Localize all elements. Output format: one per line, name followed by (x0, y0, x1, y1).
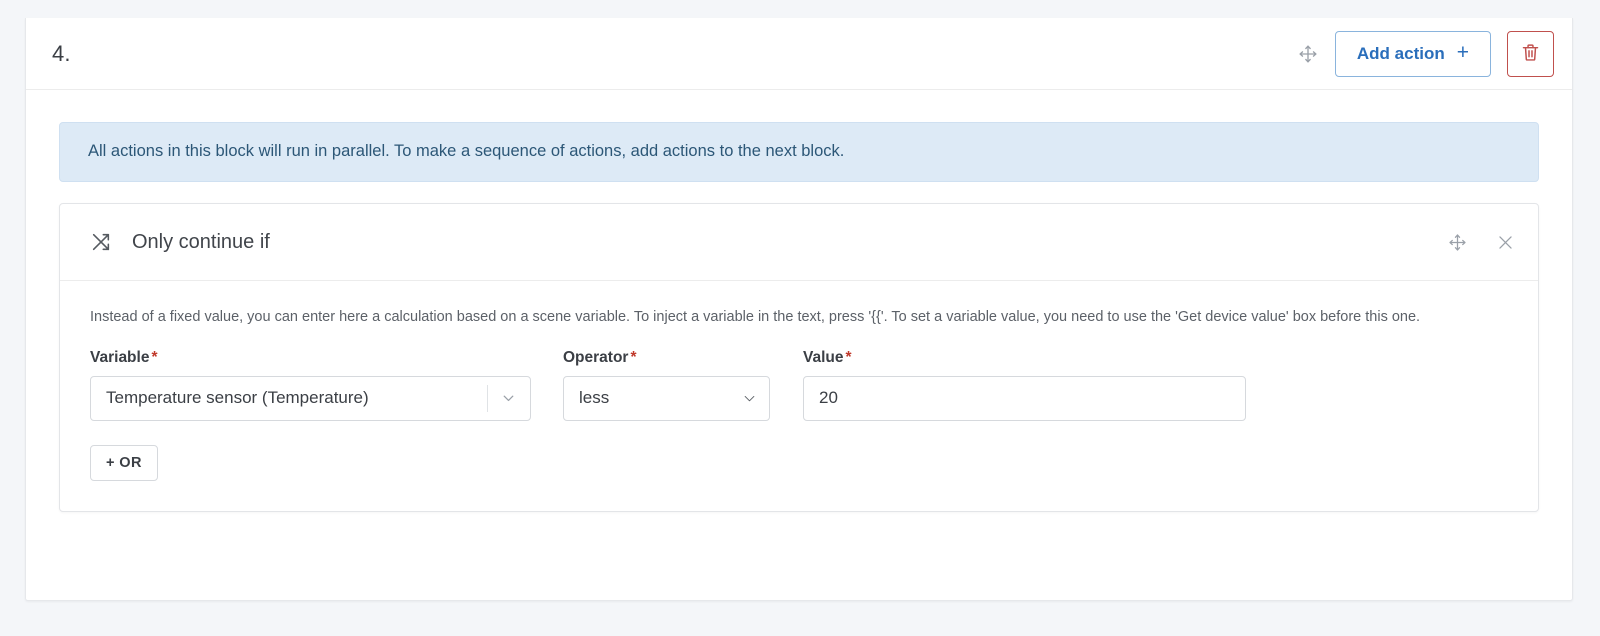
block-body: All actions in this block will run in pa… (26, 90, 1572, 512)
required-marker: * (151, 349, 157, 366)
trash-icon (1520, 42, 1541, 66)
variable-selected-value: Temperature sensor (Temperature) (106, 388, 369, 408)
value-label-text: Value (803, 349, 844, 366)
add-or-condition-button[interactable]: + OR (90, 445, 158, 481)
variable-label-text: Variable (90, 349, 149, 366)
field-operator: Operator* less (563, 349, 770, 421)
action-card-only-continue-if: Only continue if (59, 203, 1539, 512)
chevron-down-icon (742, 391, 757, 406)
action-card-title: Only continue if (132, 231, 270, 254)
variable-select[interactable]: Temperature sensor (Temperature) (90, 376, 531, 421)
helper-text: Instead of a fixed value, you can enter … (90, 307, 1490, 329)
add-action-button[interactable]: Add action + (1335, 31, 1491, 77)
action-card-header-actions (1446, 231, 1516, 253)
add-action-label: Add action (1357, 44, 1445, 64)
shuffle-icon (90, 231, 112, 253)
operator-select[interactable]: less (563, 376, 770, 421)
move-icon[interactable] (1446, 231, 1468, 253)
value-input-text: 20 (819, 388, 838, 408)
action-block-card: 4. Add action + (25, 18, 1573, 601)
plus-icon: + (1457, 42, 1469, 63)
required-marker: * (630, 349, 636, 366)
select-separator (487, 385, 488, 412)
variable-label: Variable* (90, 349, 531, 367)
chevron-down-icon (500, 390, 517, 407)
action-card-body: Instead of a fixed value, you can enter … (60, 281, 1538, 511)
parallel-info-banner: All actions in this block will run in pa… (59, 122, 1539, 182)
block-number: 4. (52, 41, 71, 67)
field-value: Value* 20 (803, 349, 1246, 421)
info-banner-text: All actions in this block will run in pa… (88, 140, 844, 163)
field-variable: Variable* Temperature sensor (Temperatur… (90, 349, 531, 421)
value-input[interactable]: 20 (803, 376, 1246, 421)
block-header-actions: Add action + (1297, 31, 1554, 77)
close-icon[interactable] (1494, 231, 1516, 253)
action-card-header: Only continue if (60, 204, 1538, 281)
block-header: 4. Add action + (26, 18, 1572, 90)
value-label: Value* (803, 349, 1246, 367)
delete-block-button[interactable] (1507, 31, 1554, 77)
condition-form-row: Variable* Temperature sensor (Temperatur… (90, 349, 1508, 421)
operator-selected-value: less (579, 388, 609, 408)
operator-label-text: Operator (563, 349, 628, 366)
required-marker: * (846, 349, 852, 366)
operator-label: Operator* (563, 349, 770, 367)
move-icon[interactable] (1297, 43, 1319, 65)
